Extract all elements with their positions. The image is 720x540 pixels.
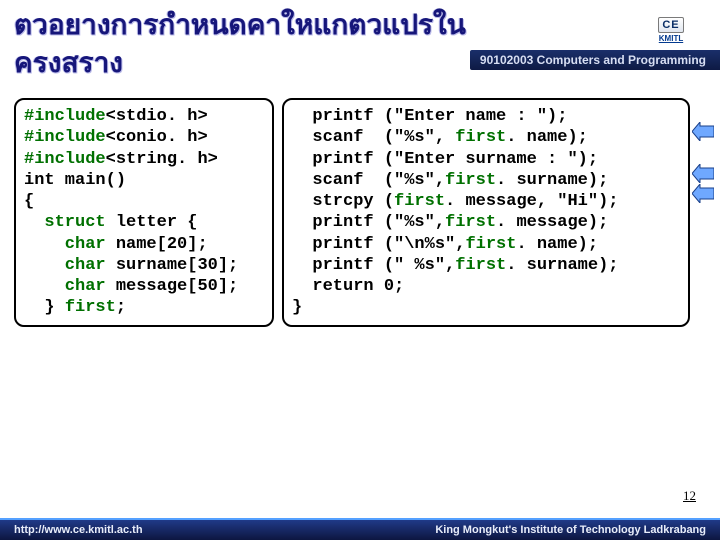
callout-arrows-2 bbox=[692, 164, 714, 203]
course-banner: 90102003 Computers and Programming bbox=[470, 50, 720, 70]
title-line-1: ตวอยางการกำหนดคาใหแกตวแปรใน bbox=[14, 6, 706, 44]
logo-text-bottom: KMITL bbox=[659, 34, 683, 43]
code-columns: #include<stdio. h> #include<conio. h> #i… bbox=[14, 98, 690, 327]
footer-bar: http://www.ce.kmitl.ac.th King Mongkut's… bbox=[0, 518, 720, 540]
code-block-right: printf ("Enter name : "); scanf ("%s", f… bbox=[282, 98, 690, 327]
institution-logo: CE KMITL bbox=[636, 6, 706, 54]
page-number: 12 bbox=[683, 488, 696, 504]
arrow-left-icon bbox=[692, 164, 714, 183]
callout-arrows bbox=[692, 122, 714, 141]
arrow-left-icon bbox=[692, 122, 714, 141]
logo-text-top: CE bbox=[658, 17, 683, 33]
footer-url: http://www.ce.kmitl.ac.th bbox=[14, 524, 143, 536]
footer-institution: King Mongkut's Institute of Technology L… bbox=[435, 524, 706, 536]
code-block-left: #include<stdio. h> #include<conio. h> #i… bbox=[14, 98, 274, 327]
arrow-left-icon bbox=[692, 184, 714, 203]
